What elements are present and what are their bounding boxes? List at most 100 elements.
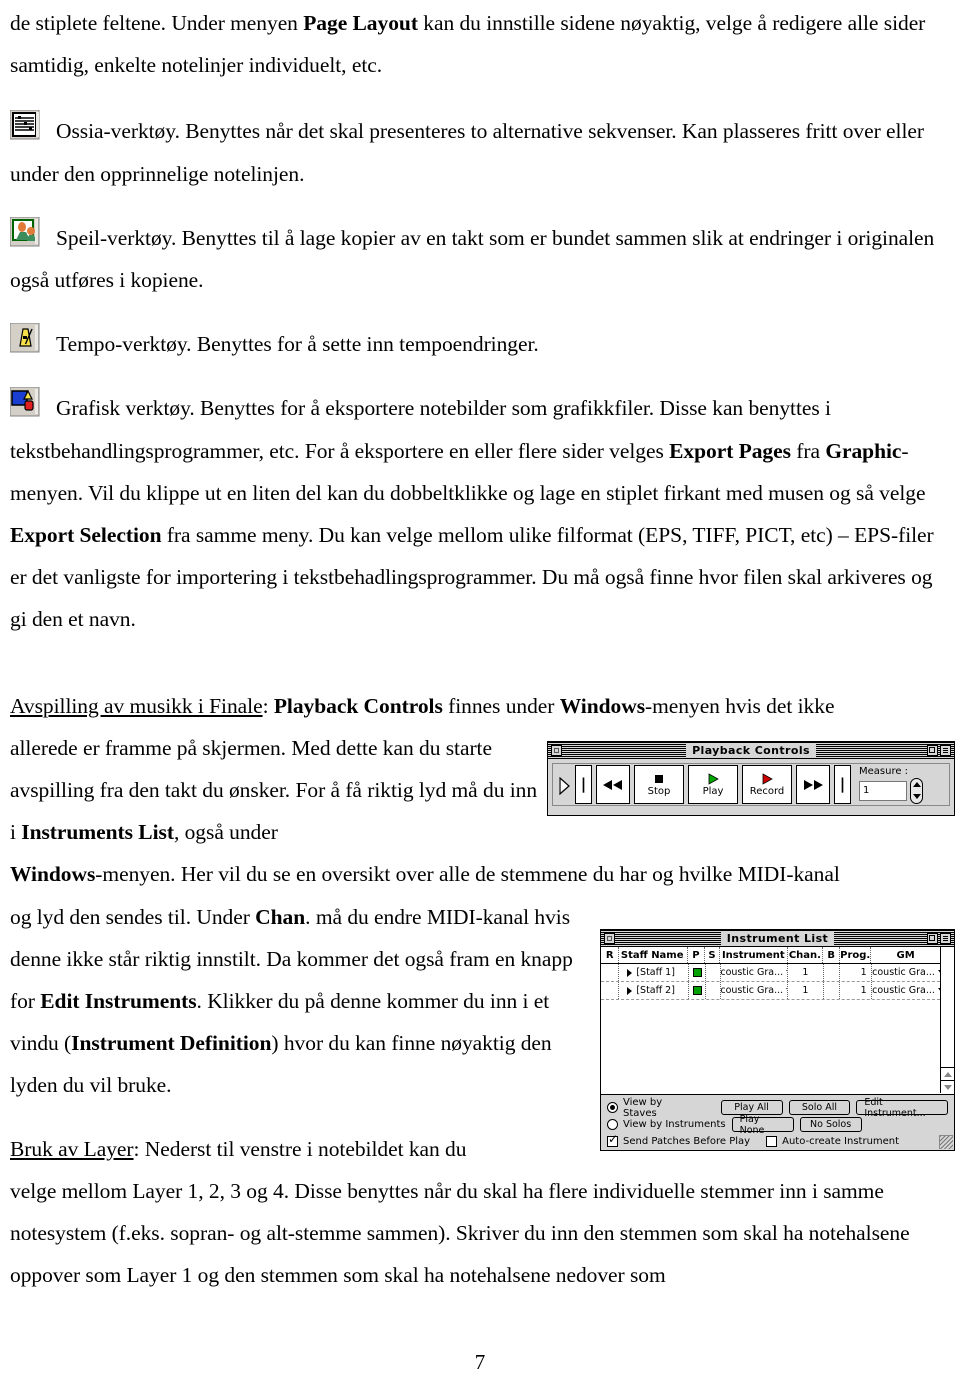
measure-label: Measure :	[859, 765, 909, 777]
playback-controls-window[interactable]: Playback Controls | Stop Play Record | M…	[547, 741, 955, 816]
row-instrument-select[interactable]: Acoustic Gra...	[721, 964, 789, 981]
col-header-staff-name: Staff Name	[619, 947, 688, 963]
row-r[interactable]	[601, 982, 620, 999]
text-run: Speil-verktøy. Benyttes til å lage kopie…	[10, 225, 935, 293]
row-b[interactable]	[824, 964, 841, 981]
record-button[interactable]: Record	[742, 765, 792, 804]
row-prog[interactable]: 1	[840, 964, 872, 981]
zoom-box-icon[interactable]	[927, 932, 938, 944]
checkbox-auto-create[interactable]	[766, 1136, 778, 1147]
playback-cursor-icon[interactable]	[557, 776, 571, 795]
row-solo-toggle[interactable]	[706, 982, 722, 999]
ossia-tool-icon	[10, 110, 40, 140]
row-prog[interactable]: 1	[840, 982, 872, 999]
emphasis-instrument-definition: Instrument Definition	[71, 1031, 272, 1056]
expand-triangle-icon[interactable]	[627, 968, 633, 977]
col-header-s: S	[705, 947, 721, 963]
table-row[interactable]: [Staff 2] Acoustic Gra... 1 1 Acoustic G…	[601, 982, 940, 1000]
play-icon	[708, 772, 719, 785]
close-icon[interactable]	[551, 744, 562, 756]
edit-instrument-button[interactable]: Edit Instrument...	[856, 1097, 948, 1119]
row-gm-select[interactable]: Acoustic Gra...	[872, 982, 940, 999]
text-run: -menyen. Her vil du se en oversikt over …	[95, 862, 840, 887]
col-header-prog: Prog.	[840, 947, 872, 963]
expand-triangle-icon[interactable]	[627, 986, 633, 995]
rewind-icon	[603, 779, 622, 790]
text-run: og lyd den sendes til. Under	[10, 904, 256, 929]
measure-group: Measure : 1	[859, 766, 923, 804]
play-enabled-icon[interactable]	[692, 986, 702, 995]
emphasis-page-layout: Page Layout	[303, 11, 418, 35]
to-beginning-button[interactable]: |	[575, 765, 592, 804]
play-label: Play	[702, 785, 724, 797]
instrument-list-titlebar[interactable]: Instrument List	[601, 930, 954, 947]
graphics-tool-icon	[10, 387, 40, 417]
close-icon[interactable]	[604, 932, 615, 944]
measure-input[interactable]: 1	[859, 780, 907, 801]
options-row-2: View by Instruments Play None No Solos	[607, 1114, 948, 1136]
paragraph-graphics-tool: Grafisk verktøy. Benyttes for å eksporte…	[10, 387, 950, 640]
instrument-list-options: View by Staves Play All Solo All Edit In…	[601, 1094, 954, 1150]
checkbox-send-patches[interactable]	[607, 1133, 618, 1147]
zoom-box-icon[interactable]	[927, 744, 938, 756]
no-solos-button[interactable]: No Solos	[799, 1117, 862, 1132]
scroll-down-button[interactable]	[941, 1080, 954, 1093]
radio-view-by-staves[interactable]	[607, 1102, 618, 1113]
text-run: finnes under	[442, 693, 560, 718]
tempo-tool-icon	[10, 323, 40, 353]
play-button[interactable]: Play	[688, 765, 738, 804]
row-play-toggle[interactable]	[689, 982, 706, 999]
measure-stepper[interactable]	[910, 777, 923, 804]
play-none-button[interactable]: Play None	[731, 1114, 794, 1136]
text-run: velge mellom Layer 1, 2, 3 og 4. Disse b…	[10, 1178, 910, 1288]
row-staff-name[interactable]: [Staff 2]	[619, 982, 690, 999]
stop-button[interactable]: Stop	[634, 765, 684, 804]
stop-icon	[655, 774, 663, 783]
measure-row: 1	[859, 777, 923, 804]
section-heading-avspilling: Avspilling av musikk i Finale	[10, 693, 263, 718]
row-b[interactable]	[824, 982, 841, 999]
emphasis-edit-instruments: Edit Instruments	[40, 989, 197, 1014]
window-controls[interactable]	[927, 744, 951, 756]
row-solo-toggle[interactable]	[706, 964, 722, 981]
window-controls[interactable]	[927, 932, 951, 944]
stepper-down-icon[interactable]	[912, 794, 921, 799]
document-page: de stiplete feltene. Under menyen Page L…	[0, 0, 960, 1381]
playback-controls-titlebar[interactable]: Playback Controls	[548, 742, 954, 759]
list-view-icon[interactable]	[940, 744, 951, 756]
to-end-button[interactable]: |	[834, 765, 851, 804]
row-gm-select[interactable]: Acoustic Gra...	[872, 964, 940, 981]
row-chan[interactable]: 1	[788, 964, 824, 981]
text-run: fra	[790, 438, 826, 463]
text-run: Tempo-verktøy. Benyttes for å sette inn …	[56, 332, 539, 357]
scroll-up-button[interactable]	[941, 1067, 954, 1080]
text-run: de stiplete feltene. Under menyen	[10, 11, 304, 35]
paragraph-chan: og lyd den sendes til. Under Chan. må du…	[10, 896, 596, 1107]
col-header-gm: GM	[896, 949, 915, 961]
stepper-up-icon[interactable]	[912, 782, 921, 787]
record-icon	[762, 772, 773, 785]
solo-all-button[interactable]: Solo All	[788, 1100, 851, 1115]
col-header-r: R	[601, 947, 620, 963]
fast-forward-button[interactable]	[796, 765, 830, 804]
play-enabled-icon[interactable]	[692, 968, 702, 977]
view-by-staves-label: View by Staves	[623, 1096, 663, 1119]
list-view-icon[interactable]	[940, 932, 951, 944]
row-instrument-select[interactable]: Acoustic Gra...	[721, 982, 789, 999]
instrument-list-scrollbar[interactable]	[940, 947, 954, 1093]
table-row[interactable]: [Staff 1] Acoustic Gra... 1 1 Acoustic G…	[601, 964, 940, 982]
row-chan[interactable]: 1	[788, 982, 824, 999]
row-staff-name[interactable]: [Staff 1]	[619, 964, 690, 981]
instrument-list-window[interactable]: Instrument List R Staff Name P S Instrum…	[600, 929, 955, 1151]
radio-view-by-instruments[interactable]	[607, 1119, 618, 1130]
playback-controls-body: | Stop Play Record | Measure: 1	[552, 763, 950, 806]
playback-controls-title: Playback Controls	[686, 742, 816, 758]
staff-name-label: [Staff 2]	[636, 985, 675, 996]
row-play-toggle[interactable]	[689, 964, 706, 981]
send-patches-label: Send Patches Before Play	[623, 1136, 751, 1147]
bar-glyph: |	[580, 775, 587, 793]
resize-grip-icon[interactable]	[939, 1135, 953, 1149]
row-r[interactable]	[601, 964, 620, 981]
rewind-button[interactable]	[596, 765, 630, 804]
instrument-label: Acoustic Gra...	[721, 967, 784, 978]
